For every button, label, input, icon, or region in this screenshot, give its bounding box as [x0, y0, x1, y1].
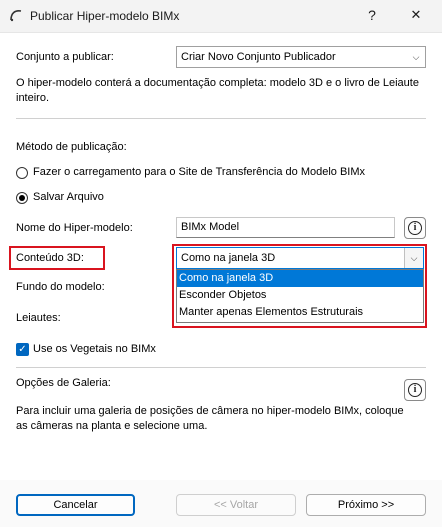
radio-upload-label[interactable]: Fazer o carregamento para o Site de Tran…	[33, 166, 365, 178]
content3d-select[interactable]: Como na janela 3D ⌵	[176, 247, 424, 269]
background-label: Fundo do modelo:	[16, 281, 105, 293]
gallery-label: Opções de Galeria:	[16, 377, 111, 389]
radio-upload[interactable]	[16, 167, 28, 179]
vegetation-checkbox[interactable]: ✓	[16, 343, 29, 356]
layouts-label: Leiautes:	[16, 312, 61, 324]
divider	[16, 367, 426, 368]
dropdown-option[interactable]: Manter apenas Elementos Estruturais	[177, 304, 423, 321]
content3d-label: Conteúdo 3D:	[16, 252, 84, 264]
help-button[interactable]: ?	[352, 2, 392, 28]
title-bar: Publicar Hiper-modelo BIMx ? ✕	[0, 0, 442, 33]
model-name-label: Nome do Hiper-modelo:	[16, 222, 133, 234]
publish-set-value: Criar Novo Conjunto Publicador	[181, 51, 336, 63]
model-name-input[interactable]: BIMx Model	[176, 217, 395, 238]
cancel-button[interactable]: Cancelar	[16, 494, 135, 516]
publish-set-select[interactable]: Criar Novo Conjunto Publicador ⌵	[176, 46, 426, 68]
divider	[16, 118, 426, 119]
chevron-down-icon: ⌵	[412, 52, 420, 62]
radio-save-file-label[interactable]: Salvar Arquivo	[33, 191, 104, 203]
method-label: Método de publicação:	[16, 141, 127, 153]
radio-save-file[interactable]	[16, 192, 28, 204]
model-name-value: BIMx Model	[181, 221, 240, 233]
archicad-icon	[10, 10, 22, 22]
info-button-gallery[interactable]: i	[404, 379, 426, 401]
back-button[interactable]: << Voltar	[176, 494, 296, 516]
chevron-down-icon: ⌵	[404, 248, 423, 268]
info-icon: i	[408, 221, 422, 235]
dropdown-option[interactable]: Esconder Objetos	[177, 287, 423, 304]
publish-set-label: Conjunto a publicar:	[16, 51, 114, 63]
dropdown-option[interactable]: Como na janela 3D	[177, 270, 423, 287]
content3d-value: Como na janela 3D	[181, 252, 276, 264]
content3d-dropdown-list: Como na janela 3D Esconder Objetos Mante…	[176, 269, 424, 323]
next-button[interactable]: Próximo >>	[306, 494, 426, 516]
gallery-description: Para incluir uma galeria de posições de …	[16, 405, 404, 432]
info-icon: i	[408, 383, 422, 397]
close-button[interactable]: ✕	[396, 2, 436, 28]
vegetation-label[interactable]: Use os Vegetais no BIMx	[33, 343, 156, 355]
info-button-name[interactable]: i	[404, 217, 426, 239]
publish-set-description: O hiper-modelo conterá a documentação co…	[16, 77, 419, 104]
window-title: Publicar Hiper-modelo BIMx	[30, 9, 180, 23]
